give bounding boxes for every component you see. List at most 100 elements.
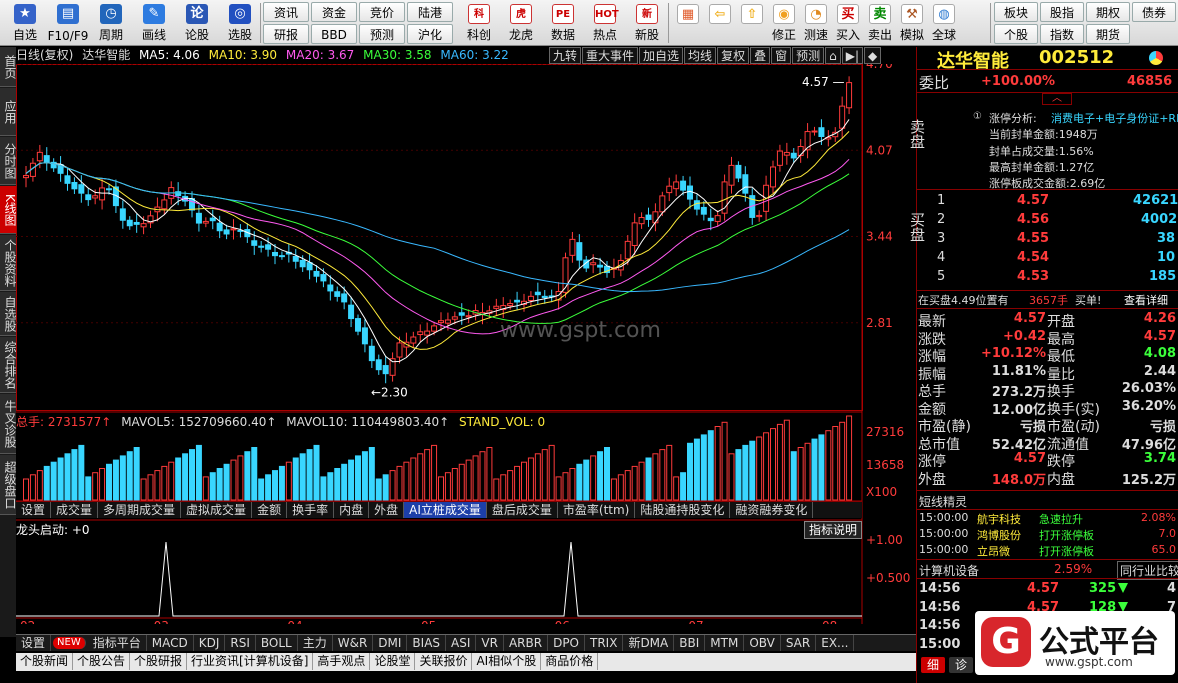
toolbar3-1[interactable]: ▦: [672, 0, 704, 46]
vol-tab-5[interactable]: 金额: [252, 502, 288, 518]
toolbar-grid2-0-0[interactable]: 板块: [994, 2, 1038, 22]
toolbar3-5[interactable]: ◔ 测速: [800, 0, 832, 46]
vol-tab-1[interactable]: 设置: [16, 502, 52, 518]
vol-tab-8[interactable]: 外盘: [369, 502, 405, 518]
toolbar-grid2-1-1[interactable]: 指数: [1040, 24, 1084, 44]
indicator-tab-7[interactable]: BOLL: [256, 635, 298, 651]
vol-tab-13[interactable]: 融资融券变化: [730, 502, 814, 518]
toolbar-grid-0-1[interactable]: 资金: [311, 2, 357, 22]
indicator-tab-12[interactable]: ASI: [446, 635, 477, 651]
toolbar3-7[interactable]: 卖卖出: [864, 0, 896, 46]
rp-tab-1[interactable]: 细: [921, 657, 945, 673]
leftnav-item-6[interactable]: 自选股: [0, 292, 17, 336]
toolbar-grid-1-0[interactable]: 研报: [263, 24, 309, 44]
kline-btn-3[interactable]: 加自选: [639, 47, 684, 64]
indicator-tab-11[interactable]: BIAS: [407, 635, 447, 651]
vol-tab-12[interactable]: 陆股通持股变化: [635, 502, 731, 518]
toolbar-grid2-1-2[interactable]: 期货: [1086, 24, 1130, 44]
news-tab-5[interactable]: 高手观点: [313, 653, 371, 670]
kline-btn-7[interactable]: 窗: [771, 47, 792, 64]
indicator-tab-1[interactable]: 设置: [16, 635, 52, 651]
indicator-tab-8[interactable]: 主力: [298, 635, 333, 651]
indicator-tab-17[interactable]: 新DMA: [623, 635, 675, 651]
toolbar-grid-1-3[interactable]: 沪化: [407, 24, 453, 44]
vol-tab-11[interactable]: 市盈率(ttm): [558, 502, 636, 518]
kline-btn-1[interactable]: 九转: [549, 47, 582, 64]
news-tab-3[interactable]: 个股研报: [130, 653, 188, 670]
toolbar3-8[interactable]: ⚒ 模拟: [896, 0, 928, 46]
collapse-icon[interactable]: ︿: [1042, 93, 1072, 105]
indicator-tab-10[interactable]: DMI: [373, 635, 408, 651]
leftnav-item-9[interactable]: 超级盘口: [0, 455, 17, 515]
vol-tab-9[interactable]: AI立桩成交量: [404, 502, 487, 518]
kline-btn-8[interactable]: 预测: [792, 47, 825, 64]
indicator-tab-5[interactable]: KDJ: [194, 635, 226, 651]
indicator-tab-6[interactable]: RSI: [225, 635, 256, 651]
kline-btn-4[interactable]: 均线: [684, 47, 717, 64]
toolbar2-4[interactable]: HOT 热点: [584, 0, 626, 46]
toolbar2-2[interactable]: 虎龙虎: [500, 0, 542, 46]
indicator-tab-2[interactable]: NEW: [53, 637, 86, 649]
indicator-tab-4[interactable]: MACD: [147, 635, 194, 651]
news-tab-9[interactable]: 商品价格: [541, 653, 599, 670]
indicator-tab-14[interactable]: ARBR: [504, 635, 549, 651]
toolbar-grid-0-0[interactable]: 资讯: [263, 2, 309, 22]
news-tab-8[interactable]: AI相似个股: [472, 653, 542, 670]
toolbar-grid2-1-0[interactable]: 个股: [994, 24, 1038, 44]
vol-tab-10[interactable]: 盘后成交量: [487, 502, 558, 518]
compare-icon[interactable]: [1149, 51, 1163, 65]
leftnav-item-7[interactable]: 综合排名: [0, 337, 17, 393]
kline-btn-10[interactable]: ▶|: [841, 47, 864, 64]
indicator-tab-3[interactable]: 指标平台: [88, 635, 147, 651]
news-tab-1[interactable]: 个股新闻: [16, 653, 74, 670]
toolbar-3[interactable]: ◷ 周期: [88, 0, 134, 46]
toolbar-6[interactable]: ◎ 选股: [217, 0, 263, 46]
indicator-tab-22[interactable]: EX...: [816, 635, 855, 651]
toolbar3-4[interactable]: ◉ 修正: [768, 0, 800, 46]
toolbar3-2[interactable]: ⇦: [704, 0, 736, 46]
toolbar-grid-1-1[interactable]: BBD: [311, 24, 357, 44]
vol-tab-2[interactable]: 成交量: [51, 502, 99, 518]
toolbar-grid-0-2[interactable]: 竞价: [359, 2, 405, 22]
kline-btn-9[interactable]: ⌂: [825, 47, 841, 64]
toolbar3-6[interactable]: 买买入: [832, 0, 864, 46]
vol-tab-7[interactable]: 内盘: [334, 502, 370, 518]
toolbar-5[interactable]: 论论股: [174, 0, 220, 46]
toolbar2-5[interactable]: 新新股: [626, 0, 668, 46]
news-tab-4[interactable]: 行业资讯[计算机设备]: [187, 653, 314, 670]
leftnav-item-4[interactable]: K线图: [0, 186, 17, 234]
toolbar-grid2-0-1[interactable]: 股指: [1040, 2, 1084, 22]
news-tab-7[interactable]: 关联报价: [415, 653, 473, 670]
indicator-tab-20[interactable]: OBV: [744, 635, 781, 651]
inbuy-detail-link[interactable]: 查看详细: [1124, 292, 1168, 308]
kline-btn-2[interactable]: 重大事件: [582, 47, 639, 64]
vol-tab-6[interactable]: 换手率: [287, 502, 335, 518]
toolbar2-1[interactable]: 科科创: [458, 0, 500, 46]
indicator-tab-9[interactable]: W&R: [333, 635, 374, 651]
indicator-tab-15[interactable]: DPO: [548, 635, 585, 651]
indicator-tab-21[interactable]: SAR: [781, 635, 817, 651]
indicator-tab-16[interactable]: TRIX: [585, 635, 624, 651]
kline-btn-6[interactable]: 叠: [750, 47, 771, 64]
toolbar2-3[interactable]: PE 数据: [542, 0, 584, 46]
indicator-tab-18[interactable]: BBI: [674, 635, 706, 651]
news-tab-2[interactable]: 个股公告: [73, 653, 131, 670]
leftnav-item-5[interactable]: 个股资料: [0, 235, 17, 291]
toolbar-grid2-0-2[interactable]: 期权: [1086, 2, 1130, 22]
news-tab-6[interactable]: 论股堂: [370, 653, 416, 670]
vol-tab-3[interactable]: 多周期成交量: [98, 502, 182, 518]
kline-btn-5[interactable]: 复权: [717, 47, 750, 64]
toolbar3-3[interactable]: ⇧: [736, 0, 768, 46]
vol-tab-4[interactable]: 虚拟成交量: [181, 502, 253, 518]
toolbar-grid-0-3[interactable]: 陆港: [407, 2, 453, 22]
toolbar3-9[interactable]: ◍ 全球: [928, 0, 960, 46]
kline-btn-11[interactable]: ◆: [864, 47, 882, 64]
indicator-tab-13[interactable]: VR: [476, 635, 504, 651]
leftnav-item-8[interactable]: 牛叉诊股: [0, 394, 17, 454]
toolbar-1[interactable]: ★ 自选: [2, 0, 48, 46]
leftnav-item-2[interactable]: 应用: [0, 88, 17, 136]
toolbar-4[interactable]: ✎ 画线: [131, 0, 177, 46]
indicator-tab-19[interactable]: MTM: [705, 635, 745, 651]
indicator-help-button[interactable]: 指标说明: [804, 521, 863, 539]
toolbar-grid2-0-3[interactable]: 债券: [1132, 2, 1176, 22]
